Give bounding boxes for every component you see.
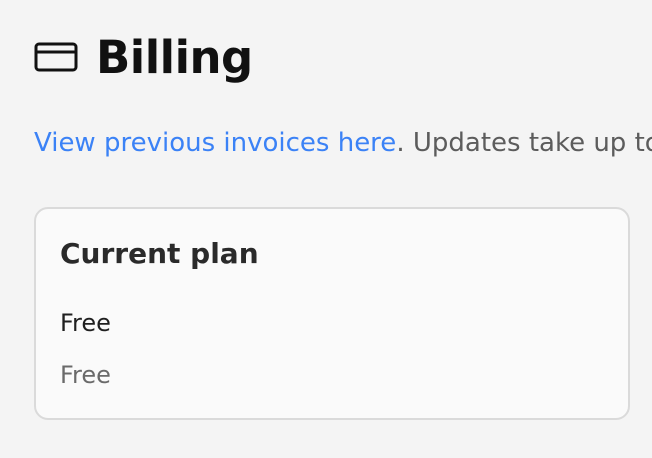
current-plan-card: Current plan Free Free — [34, 207, 630, 420]
card-title: Current plan — [60, 237, 259, 270]
plan-detail: Free — [60, 361, 111, 389]
page-title: Billing — [96, 30, 253, 84]
update-notice-text: . Updates take up to 1 — [396, 128, 652, 158]
billing-intro: View previous invoices here. Updates tak… — [34, 126, 652, 160]
page-header: Billing — [34, 28, 253, 86]
previous-invoices-link[interactable]: View previous invoices here — [34, 128, 396, 158]
plan-name: Free — [60, 309, 111, 337]
billing-page: Billing View previous invoices here. Upd… — [0, 0, 652, 458]
credit-card-icon — [34, 41, 78, 73]
